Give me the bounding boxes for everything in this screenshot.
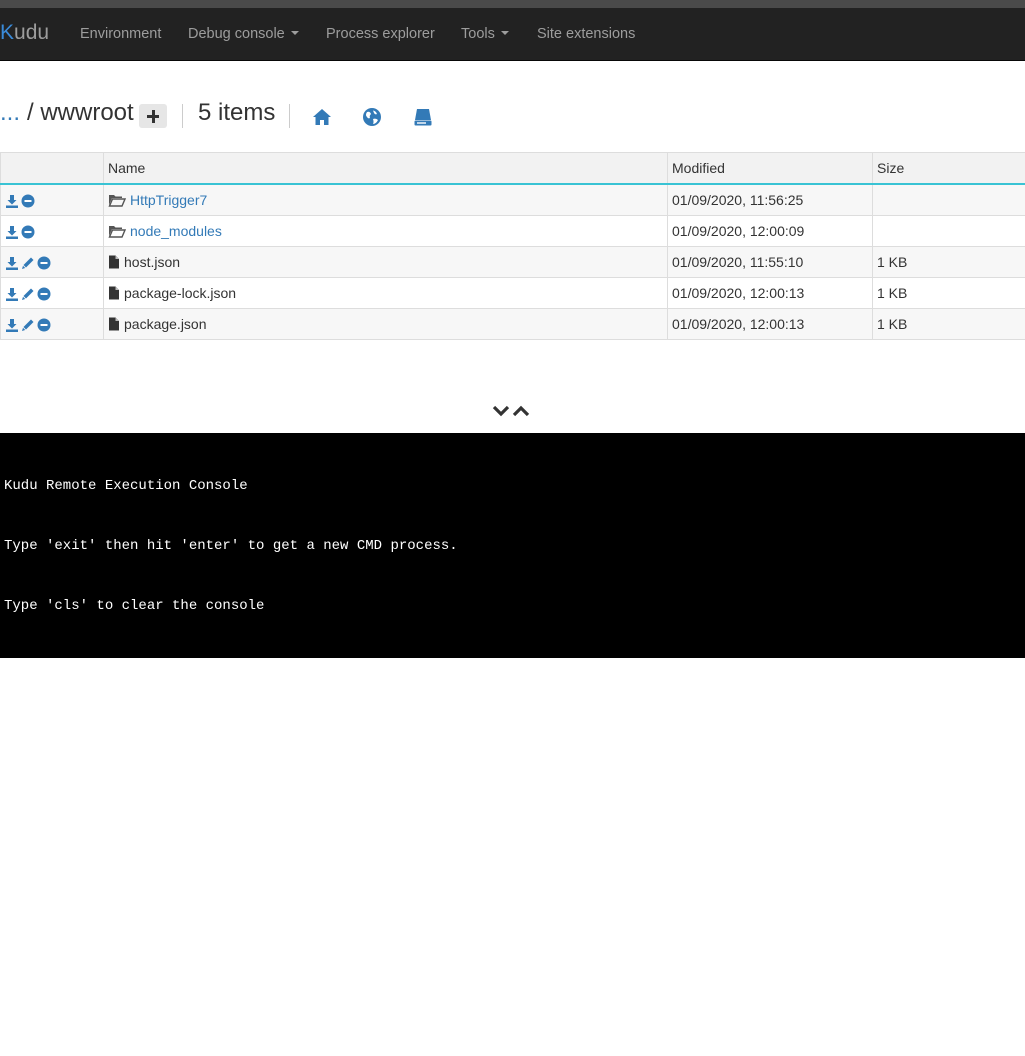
download-icon[interactable] <box>5 287 19 301</box>
table-row: package-lock.json 01/09/2020, 12:00:13 1… <box>1 278 1025 309</box>
drive-icon[interactable] <box>412 106 434 128</box>
globe-icon[interactable] <box>361 106 383 128</box>
console-line: D:\home\site> <box>4 956 1025 976</box>
modified-cell: 01/09/2020, 12:00:13 <box>668 278 873 309</box>
folder-link[interactable]: node_modules <box>130 223 222 239</box>
console-prompt-line[interactable]: D:\home\site\wwwroot> <box>4 1016 1025 1036</box>
remote-execution-console[interactable]: Kudu Remote Execution Console Type 'exit… <box>0 433 1025 658</box>
console-line: Type 'cls' to clear the console <box>4 596 1025 616</box>
modified-cell: 01/09/2020, 12:00:13 <box>668 309 873 340</box>
caret-down-icon <box>291 31 299 35</box>
download-icon[interactable] <box>5 194 19 208</box>
nav-debug-console[interactable]: Debug console <box>188 26 299 42</box>
table-row: node_modules 01/09/2020, 12:00:09 <box>1 216 1025 247</box>
console-line <box>4 656 1025 676</box>
row-actions <box>1 278 104 309</box>
console-line <box>4 836 1025 856</box>
file-name-cell[interactable]: node_modules <box>104 216 668 247</box>
home-icon[interactable] <box>311 106 333 128</box>
download-icon[interactable] <box>5 225 19 239</box>
row-actions <box>1 184 104 216</box>
row-actions <box>1 247 104 278</box>
size-cell: 1 KB <box>873 278 1025 309</box>
column-header-name[interactable]: Name <box>104 153 668 185</box>
brand-logo[interactable]: Kudu <box>0 21 49 45</box>
console-line: Kudu Remote Execution Console <box>4 476 1025 496</box>
table-row: host.json 01/09/2020, 11:55:10 1 KB <box>1 247 1025 278</box>
modified-cell: 01/09/2020, 11:56:25 <box>668 184 873 216</box>
top-strip <box>0 0 1025 8</box>
folder-link[interactable]: HttpTrigger7 <box>130 192 207 208</box>
console-line: (c) 2016 Microsoft Corporation. All righ… <box>4 776 1025 796</box>
edit-pencil-icon[interactable] <box>21 318 35 332</box>
panel-resize-toggle[interactable] <box>492 403 532 419</box>
nav-site-extensions[interactable]: Site extensions <box>537 26 635 42</box>
size-cell: 1 KB <box>873 247 1025 278</box>
column-header-modified[interactable]: Modified <box>668 153 873 185</box>
file-name-cell[interactable]: host.json <box>104 247 668 278</box>
breadcrumb-parent-link[interactable]: ... <box>0 99 20 127</box>
folder-open-icon <box>108 224 126 238</box>
edit-pencil-icon[interactable] <box>21 256 35 270</box>
download-icon[interactable] <box>5 256 19 270</box>
delete-icon[interactable] <box>21 194 35 208</box>
download-icon[interactable] <box>5 318 19 332</box>
table-header-row: Name Modified Size <box>1 153 1025 185</box>
folder-open-icon <box>108 193 126 207</box>
file-name-cell[interactable]: package-lock.json <box>104 278 668 309</box>
table-row: package.json 01/09/2020, 12:00:13 1 KB <box>1 309 1025 340</box>
breadcrumb-current: / wwwroot <box>27 99 134 127</box>
delete-icon[interactable] <box>37 256 51 270</box>
file-name: host.json <box>124 254 180 270</box>
item-count: 5 items <box>198 99 275 127</box>
console-line: D:\home> <box>4 896 1025 916</box>
edit-pencil-icon[interactable] <box>21 287 35 301</box>
file-table: Name Modified Size HttpTrigger7 01/09/20… <box>0 152 1025 340</box>
column-header-size[interactable]: Size <box>873 153 1025 185</box>
size-cell <box>873 184 1025 216</box>
size-cell: 1 KB <box>873 309 1025 340</box>
file-icon <box>108 255 120 269</box>
nav-tools[interactable]: Tools <box>461 26 509 42</box>
file-icon <box>108 286 120 300</box>
file-name-cell[interactable]: HttpTrigger7 <box>104 184 668 216</box>
chevron-down-icon[interactable] <box>494 407 508 414</box>
table-row: HttpTrigger7 01/09/2020, 11:56:25 <box>1 184 1025 216</box>
divider <box>182 104 183 128</box>
row-actions <box>1 309 104 340</box>
delete-icon[interactable] <box>37 287 51 301</box>
console-line: Microsoft Windows [Version 10.0.14393] <box>4 716 1025 736</box>
nav-process-explorer[interactable]: Process explorer <box>326 26 435 42</box>
file-name: package-lock.json <box>124 285 236 301</box>
add-button[interactable] <box>139 104 167 128</box>
console-line: Type 'exit' then hit 'enter' to get a ne… <box>4 536 1025 556</box>
modified-cell: 01/09/2020, 12:00:09 <box>668 216 873 247</box>
delete-icon[interactable] <box>37 318 51 332</box>
nav-environment[interactable]: Environment <box>80 26 161 42</box>
column-header-actions <box>1 153 104 185</box>
file-icon <box>108 317 120 331</box>
size-cell <box>873 216 1025 247</box>
chevron-up-icon[interactable] <box>514 408 528 415</box>
modified-cell: 01/09/2020, 11:55:10 <box>668 247 873 278</box>
file-name-cell[interactable]: package.json <box>104 309 668 340</box>
row-actions <box>1 216 104 247</box>
divider <box>289 104 290 128</box>
navbar: Kudu Environment Debug console Process e… <box>0 8 1025 61</box>
delete-icon[interactable] <box>21 225 35 239</box>
file-name: package.json <box>124 316 207 332</box>
caret-down-icon <box>501 31 509 35</box>
